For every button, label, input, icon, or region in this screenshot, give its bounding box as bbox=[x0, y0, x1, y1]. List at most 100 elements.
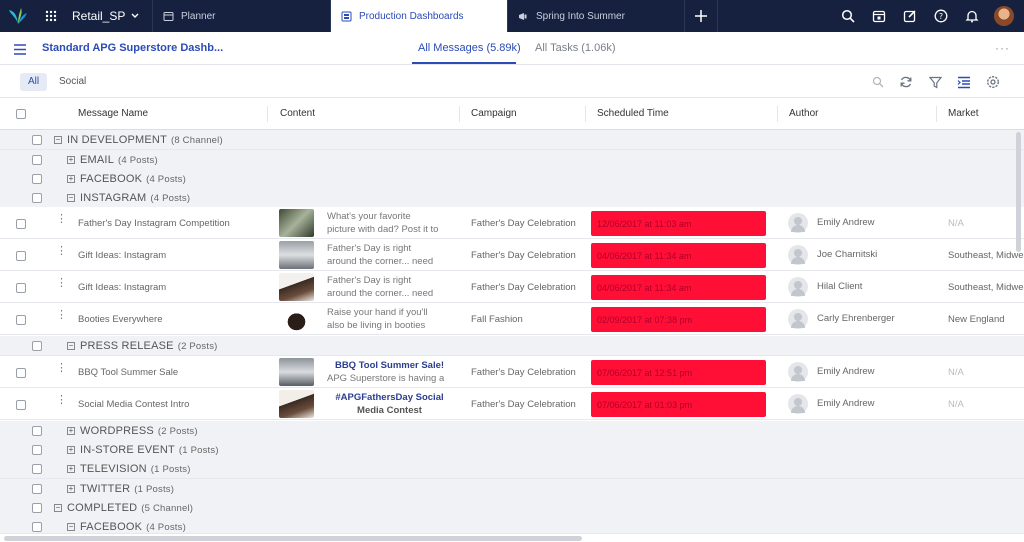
tab-spring-into-summer[interactable]: Spring Into Summer bbox=[507, 0, 684, 32]
column-divider[interactable] bbox=[936, 106, 937, 122]
help-icon[interactable]: ? bbox=[932, 7, 950, 25]
collapse-icon[interactable]: − bbox=[67, 342, 75, 350]
row-checkbox[interactable] bbox=[16, 400, 26, 410]
message-name[interactable]: Father's Day Instagram Competition bbox=[78, 218, 230, 229]
collapse-icon[interactable]: − bbox=[67, 523, 75, 531]
row-checkbox[interactable] bbox=[16, 368, 26, 378]
row-checkbox[interactable] bbox=[32, 445, 42, 455]
table-row[interactable]: ⋮ Gift Ideas: Instagram Father's Day is … bbox=[0, 271, 1024, 304]
group-row-in-development[interactable]: − IN DEVELOPMENT (8 Channel) bbox=[0, 130, 1024, 150]
message-name[interactable]: Social Media Contest Intro bbox=[78, 399, 189, 410]
row-checkbox[interactable] bbox=[32, 426, 42, 436]
row-checkbox[interactable] bbox=[32, 484, 42, 494]
content-thumbnail[interactable] bbox=[279, 241, 314, 269]
expand-icon[interactable]: + bbox=[67, 175, 75, 183]
collapse-icon[interactable]: − bbox=[67, 194, 75, 202]
group-row-facebook-completed[interactable]: − FACEBOOK (4 Posts) bbox=[0, 517, 1024, 534]
compose-icon[interactable] bbox=[901, 7, 919, 25]
column-header-message-name[interactable]: Message Name bbox=[78, 108, 148, 119]
row-checkbox[interactable] bbox=[32, 193, 42, 203]
horizontal-scrollbar[interactable] bbox=[4, 536, 582, 541]
table-row[interactable]: ⋮ Social Media Contest Intro #APGFathers… bbox=[0, 388, 1024, 421]
row-menu-icon[interactable]: ⋮ bbox=[56, 278, 67, 289]
group-row-press-release[interactable]: − PRESS RELEASE (2 Posts) bbox=[0, 336, 1024, 356]
expand-icon[interactable]: + bbox=[67, 485, 75, 493]
column-divider[interactable] bbox=[267, 106, 268, 122]
row-checkbox[interactable] bbox=[16, 283, 26, 293]
expand-icon[interactable]: + bbox=[67, 446, 75, 454]
message-name[interactable]: BBQ Tool Summer Sale bbox=[78, 367, 178, 378]
app-grid-icon[interactable] bbox=[36, 0, 66, 32]
search-icon[interactable] bbox=[870, 74, 886, 90]
message-name[interactable]: Gift Ideas: Instagram bbox=[78, 282, 166, 293]
row-checkbox[interactable] bbox=[16, 219, 26, 229]
group-row-facebook[interactable]: + FACEBOOK (4 Posts) bbox=[0, 169, 1024, 189]
row-checkbox[interactable] bbox=[32, 155, 42, 165]
new-tab-button[interactable] bbox=[684, 0, 718, 32]
row-checkbox[interactable] bbox=[16, 251, 26, 261]
dashboard-title[interactable]: Standard APG Superstore Dashb... bbox=[42, 42, 223, 54]
more-options-icon[interactable]: ··· bbox=[995, 41, 1010, 55]
table-row[interactable]: ⋮ Father's Day Instagram Competition Wha… bbox=[0, 207, 1024, 240]
column-header-campaign[interactable]: Campaign bbox=[471, 108, 517, 119]
group-row-instagram[interactable]: − INSTAGRAM (4 Posts) bbox=[0, 188, 1024, 208]
filter-chip-all[interactable]: All bbox=[20, 73, 48, 91]
column-divider[interactable] bbox=[777, 106, 778, 122]
collapse-icon[interactable]: − bbox=[54, 504, 62, 512]
content-thumbnail[interactable] bbox=[279, 390, 314, 418]
table-row[interactable]: ⋮ BBQ Tool Summer Sale BBQ Tool Summer S… bbox=[0, 356, 1024, 389]
group-row-email[interactable]: + EMAIL (4 Posts) bbox=[0, 150, 1024, 170]
row-checkbox[interactable] bbox=[32, 341, 42, 351]
row-checkbox[interactable] bbox=[32, 174, 42, 184]
content-thumbnail[interactable] bbox=[279, 358, 314, 386]
group-row-television[interactable]: + TELEVISION (1 Posts) bbox=[0, 459, 1024, 479]
column-header-market[interactable]: Market bbox=[948, 108, 979, 119]
group-row-in-store-event[interactable]: + IN-STORE EVENT (1 Posts) bbox=[0, 440, 1024, 460]
group-row-twitter[interactable]: + TWITTER (1 Posts) bbox=[0, 479, 1024, 499]
row-menu-icon[interactable]: ⋮ bbox=[56, 395, 67, 406]
menu-icon[interactable] bbox=[14, 42, 26, 60]
content-thumbnail[interactable] bbox=[279, 273, 314, 301]
row-menu-icon[interactable]: ⋮ bbox=[56, 214, 67, 225]
column-divider[interactable] bbox=[459, 106, 460, 122]
workspace-selector[interactable]: Retail_SP bbox=[72, 9, 158, 23]
search-icon[interactable] bbox=[839, 7, 857, 25]
row-checkbox[interactable] bbox=[32, 464, 42, 474]
columns-icon[interactable] bbox=[956, 74, 972, 90]
tab-planner[interactable]: Planner bbox=[152, 0, 330, 32]
settings-gear-icon[interactable] bbox=[985, 74, 1001, 90]
refresh-icon[interactable] bbox=[898, 74, 914, 90]
row-menu-icon[interactable]: ⋮ bbox=[56, 363, 67, 374]
column-divider[interactable] bbox=[585, 106, 586, 122]
message-name[interactable]: Booties Everywhere bbox=[78, 314, 162, 325]
column-header-scheduled-time[interactable]: Scheduled Time bbox=[597, 108, 669, 119]
collapse-icon[interactable]: − bbox=[54, 136, 62, 144]
row-checkbox[interactable] bbox=[32, 522, 42, 532]
tab-all-tasks[interactable]: All Tasks (1.06k) bbox=[535, 42, 616, 54]
row-menu-icon[interactable]: ⋮ bbox=[56, 310, 67, 321]
filter-chip-social[interactable]: Social bbox=[51, 73, 94, 91]
column-header-content[interactable]: Content bbox=[280, 108, 315, 119]
expand-icon[interactable]: + bbox=[67, 465, 75, 473]
tab-all-messages[interactable]: All Messages (5.89k) bbox=[418, 42, 521, 54]
vertical-scrollbar[interactable] bbox=[1016, 132, 1021, 252]
row-checkbox[interactable] bbox=[32, 503, 42, 513]
table-row[interactable]: ⋮ Gift Ideas: Instagram Father's Day is … bbox=[0, 239, 1024, 272]
row-checkbox[interactable] bbox=[32, 135, 42, 145]
expand-icon[interactable]: + bbox=[67, 427, 75, 435]
filter-icon[interactable] bbox=[927, 74, 943, 90]
app-logo-icon[interactable] bbox=[0, 0, 36, 32]
user-avatar[interactable] bbox=[994, 6, 1014, 26]
content-thumbnail[interactable] bbox=[279, 209, 314, 237]
table-row[interactable]: ⋮ Booties Everywhere Raise your hand if … bbox=[0, 303, 1024, 336]
group-row-completed[interactable]: − COMPLETED (5 Channel) bbox=[0, 498, 1024, 518]
calendar-icon[interactable] bbox=[870, 7, 888, 25]
column-header-author[interactable]: Author bbox=[789, 108, 818, 119]
select-all-checkbox[interactable] bbox=[16, 109, 26, 119]
content-thumbnail[interactable] bbox=[279, 305, 314, 333]
row-menu-icon[interactable]: ⋮ bbox=[56, 246, 67, 257]
tab-production-dashboards[interactable]: Production Dashboards bbox=[330, 0, 507, 32]
row-checkbox[interactable] bbox=[16, 315, 26, 325]
group-row-wordpress[interactable]: + WORDPRESS (2 Posts) bbox=[0, 421, 1024, 441]
expand-icon[interactable]: + bbox=[67, 156, 75, 164]
